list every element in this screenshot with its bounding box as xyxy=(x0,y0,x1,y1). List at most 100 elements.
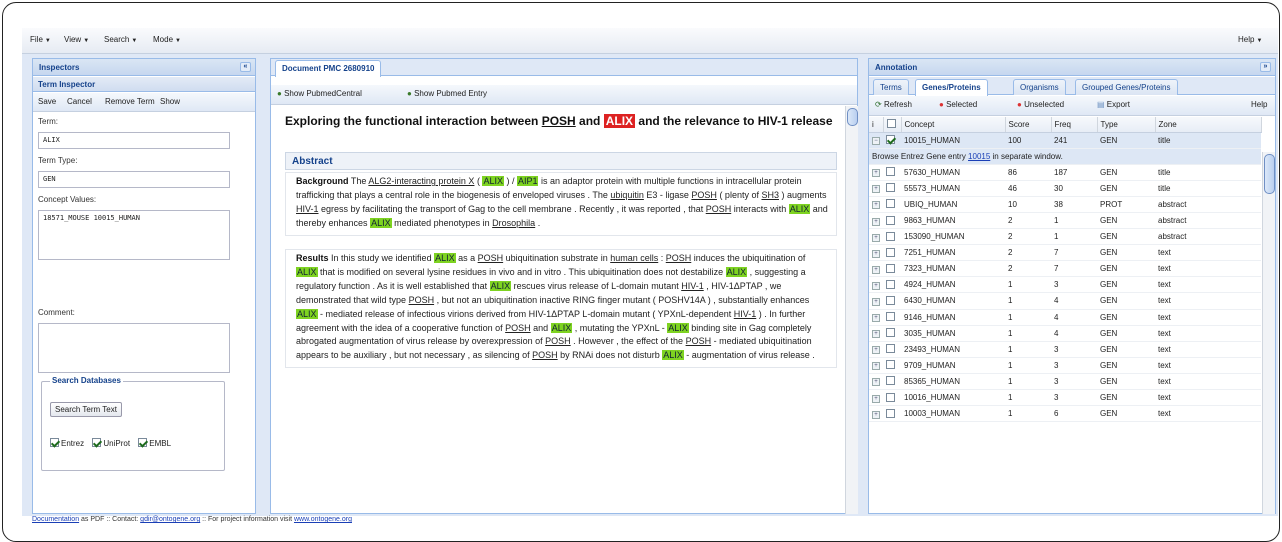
expand-icon[interactable]: + xyxy=(872,346,880,355)
term-sh3[interactable]: SH3 xyxy=(761,190,779,200)
term-alix[interactable]: ALIX xyxy=(296,266,318,277)
menu-mode[interactable]: Mode ▼ xyxy=(153,35,181,44)
row-expander[interactable]: + xyxy=(869,357,883,374)
row-checkbox[interactable] xyxy=(883,373,901,391)
documentation-link[interactable]: Documentation xyxy=(32,516,79,523)
row-checkbox[interactable] xyxy=(883,260,901,278)
row-expander[interactable]: − xyxy=(869,132,883,149)
term-alix[interactable]: ALIX xyxy=(788,203,811,214)
table-row[interactable]: +10016_HUMAN 1 3 GEN text xyxy=(869,389,1261,407)
table-row[interactable]: +23493_HUMAN 1 3 GEN text xyxy=(869,341,1261,358)
remove-term-button[interactable]: Remove Term xyxy=(105,97,155,106)
row-checkbox[interactable] xyxy=(883,164,901,181)
term-alix[interactable]: ALIX xyxy=(434,253,456,263)
row-checkbox[interactable] xyxy=(883,180,901,197)
expand-icon[interactable]: + xyxy=(872,169,880,178)
row-checkbox[interactable] xyxy=(883,309,901,326)
checkbox-icon[interactable] xyxy=(886,231,895,241)
term-posh[interactable]: POSH xyxy=(545,336,571,346)
term-alix[interactable]: ALIX xyxy=(550,322,573,333)
column-concept[interactable]: Concept xyxy=(901,117,1006,133)
expand-icon[interactable]: + xyxy=(872,314,880,323)
refresh-button[interactable]: ⟳ Refresh xyxy=(875,100,912,109)
checkbox-icon[interactable] xyxy=(886,344,895,354)
row-expander[interactable]: + xyxy=(869,373,883,391)
selected-button[interactable]: ● Selected xyxy=(939,100,977,109)
row-checkbox[interactable] xyxy=(883,276,901,294)
row-checkbox[interactable] xyxy=(883,405,901,423)
term-posh[interactable]: POSH xyxy=(532,350,558,360)
row-expander[interactable]: + xyxy=(869,164,883,181)
expand-icon[interactable]: + xyxy=(872,330,880,339)
row-checkbox[interactable] xyxy=(883,389,901,407)
menu-file[interactable]: File ▼ xyxy=(30,35,51,44)
unselected-button[interactable]: ● Unselected xyxy=(1017,100,1064,109)
checkbox-icon[interactable] xyxy=(886,279,895,289)
term-alix[interactable]: ALIX xyxy=(482,176,504,186)
menu-view[interactable]: View ▼ xyxy=(64,35,89,44)
term-ubiquitin[interactable]: ubiquitin xyxy=(610,190,644,200)
checkbox-icon[interactable] xyxy=(886,392,895,402)
checkbox-icon[interactable] xyxy=(886,199,895,209)
column-info[interactable]: i xyxy=(869,117,884,133)
term-posh[interactable]: POSH xyxy=(706,204,732,214)
checkbox-icon[interactable] xyxy=(886,215,895,225)
column-freq[interactable]: Freq xyxy=(1051,117,1098,133)
row-checkbox[interactable] xyxy=(883,228,901,246)
row-expander[interactable]: + xyxy=(869,341,883,358)
row-expander[interactable]: + xyxy=(869,196,883,213)
checkbox-icon[interactable] xyxy=(886,376,895,386)
term-hiv1[interactable]: HIV-1 xyxy=(681,281,704,291)
row-checkbox[interactable] xyxy=(883,212,901,230)
expand-icon[interactable]: + xyxy=(872,233,880,242)
tab-document[interactable]: Document PMC 2680910 xyxy=(275,60,382,77)
menu-search[interactable]: Search ▼ xyxy=(104,35,137,44)
row-expander[interactable]: + xyxy=(869,325,883,342)
term-posh[interactable]: POSH xyxy=(409,295,435,305)
checkbox-icon[interactable] xyxy=(886,295,895,305)
export-button[interactable]: ▤ Export xyxy=(1097,100,1130,109)
checkbox-icon[interactable] xyxy=(886,263,895,273)
table-row[interactable]: + UBIQ_HUMAN 10 38 PROT abstract xyxy=(869,196,1261,213)
entrez-checkbox[interactable]: Entrez xyxy=(50,438,84,448)
term-hiv1[interactable]: HIV-1 xyxy=(296,204,319,214)
row-expander[interactable]: + xyxy=(869,405,883,423)
collapse-right-icon[interactable]: » xyxy=(1260,62,1271,72)
term-posh[interactable]: POSH xyxy=(686,336,712,346)
table-row[interactable]: +153090_HUMAN 2 1 GEN abstract xyxy=(869,228,1261,246)
help-button[interactable]: Help xyxy=(1251,100,1267,109)
expand-icon[interactable]: + xyxy=(872,265,880,274)
checkbox-icon[interactable] xyxy=(886,183,895,193)
search-term-text-button[interactable]: Search Term Text xyxy=(50,402,122,417)
row-checkbox[interactable] xyxy=(883,341,901,358)
checkbox-icon[interactable] xyxy=(886,408,895,418)
row-checkbox[interactable] xyxy=(883,196,901,213)
row-expander[interactable]: + xyxy=(869,244,883,262)
row-expander[interactable]: + xyxy=(869,309,883,326)
term-alix-selected[interactable]: ALIX xyxy=(603,114,636,128)
term-alg2[interactable]: ALG2-interacting protein X xyxy=(368,176,474,186)
column-type[interactable]: Type xyxy=(1097,117,1156,133)
row-checkbox[interactable] xyxy=(883,292,901,310)
expand-icon[interactable]: + xyxy=(872,297,880,306)
row-expander[interactable]: + xyxy=(869,292,883,310)
save-button[interactable]: Save xyxy=(38,97,56,106)
table-row[interactable]: +6430_HUMAN 1 4 GEN text xyxy=(869,292,1261,310)
term-human-cells[interactable]: human cells xyxy=(610,253,658,263)
row-checkbox[interactable] xyxy=(883,244,901,262)
collapse-left-icon[interactable]: « xyxy=(240,62,251,72)
scrollbar-thumb[interactable] xyxy=(1264,154,1275,194)
table-row[interactable]: +55573_HUMAN 46 30 GEN title xyxy=(869,180,1261,197)
term-posh[interactable]: POSH xyxy=(505,323,531,333)
term-posh[interactable]: POSH xyxy=(691,190,717,200)
table-row[interactable]: +3035_HUMAN 1 4 GEN text xyxy=(869,325,1261,342)
expand-icon[interactable]: − xyxy=(872,137,880,146)
concept-values-field[interactable]: 18571_MOUSE 10015_HUMAN xyxy=(38,210,230,260)
tab-terms[interactable]: Terms xyxy=(873,79,909,95)
term-alix[interactable]: ALIX xyxy=(296,308,318,319)
row-expander[interactable]: + xyxy=(869,260,883,278)
row-checkbox[interactable] xyxy=(883,132,901,149)
tab-organisms[interactable]: Organisms xyxy=(1013,79,1066,95)
column-zone[interactable]: Zone xyxy=(1155,117,1262,133)
term-hiv1[interactable]: HIV-1 xyxy=(734,309,757,319)
